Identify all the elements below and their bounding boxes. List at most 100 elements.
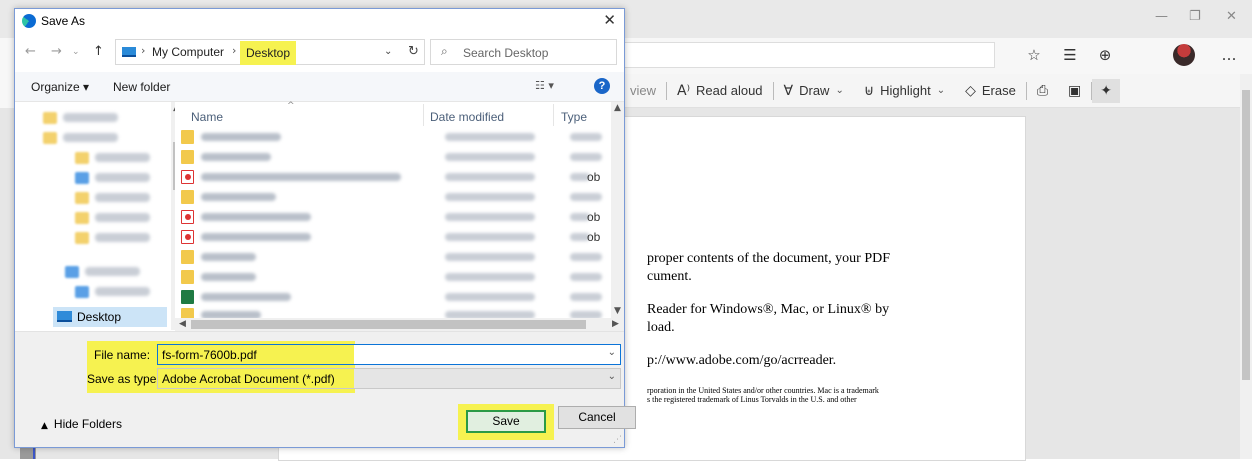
- table-row[interactable]: [175, 148, 611, 166]
- back-arrow-icon[interactable]: ←: [25, 44, 36, 59]
- scrollbar-thumb[interactable]: [1242, 90, 1250, 380]
- cancel-button[interactable]: Cancel: [558, 406, 636, 429]
- file-name-blurred: [201, 153, 271, 161]
- folder-icon: [181, 270, 194, 284]
- file-name-blurred: [201, 273, 256, 281]
- file-date-blurred: [445, 233, 535, 241]
- pin-toolbar-button[interactable]: ✦: [1092, 78, 1120, 103]
- file-name-field[interactable]: fs-form-7600b.pdf ⌄: [157, 344, 621, 365]
- resize-grip-icon[interactable]: ⋰: [613, 435, 622, 445]
- file-name-blurred: [201, 213, 311, 221]
- table-row[interactable]: [175, 248, 611, 266]
- table-row[interactable]: [175, 306, 611, 318]
- more-menu-icon[interactable]: …: [1216, 43, 1242, 67]
- profile-avatar[interactable]: [1173, 44, 1195, 66]
- nav-item-label: [95, 173, 150, 182]
- column-divider[interactable]: [553, 104, 554, 126]
- close-icon[interactable]: ✕: [603, 11, 616, 29]
- file-type-blurred: [570, 153, 602, 161]
- table-row[interactable]: ob: [175, 168, 611, 186]
- table-row[interactable]: [175, 288, 611, 306]
- refresh-icon[interactable]: ↻: [408, 44, 419, 59]
- draw-button[interactable]: ∀ Draw ⌄: [774, 83, 854, 99]
- forward-arrow-icon[interactable]: →: [51, 44, 62, 59]
- recent-locations-icon[interactable]: ⌄: [72, 47, 80, 57]
- save-button[interactable]: Save: [466, 410, 546, 433]
- favorites-list-icon[interactable]: ☰: [1057, 43, 1083, 67]
- nav-item-label: Desktop: [77, 310, 122, 324]
- file-type-truncated: ob: [587, 170, 601, 184]
- file-name-blurred: [201, 173, 401, 181]
- scrollbar-thumb[interactable]: [191, 320, 586, 329]
- pdf-text-line: cument.: [647, 269, 692, 284]
- file-date-blurred: [445, 153, 535, 161]
- draw-label: Draw: [799, 83, 830, 98]
- url-field[interactable]: [600, 42, 995, 68]
- help-icon[interactable]: ?: [594, 78, 610, 94]
- edge-logo-icon: [22, 14, 36, 28]
- file-list-scrollbar[interactable]: ▲ ▼: [611, 102, 624, 318]
- window-close-button[interactable]: ✕: [1226, 9, 1237, 24]
- chevron-down-icon[interactable]: ⌄: [608, 347, 616, 358]
- file-name-label: File name:: [94, 348, 151, 362]
- hide-folders-button[interactable]: ▲ Hide Folders: [41, 417, 122, 431]
- file-type-blurred: [570, 193, 602, 201]
- erase-button[interactable]: ◇ Erase: [955, 83, 1026, 99]
- save-pdf-button[interactable]: ▣: [1058, 83, 1091, 99]
- organize-button[interactable]: Organize ▾: [31, 80, 89, 94]
- highlight-button[interactable]: ⊎ Highlight ⌄: [854, 83, 955, 99]
- new-folder-button[interactable]: New folder: [113, 80, 170, 94]
- breadcrumb-desktop[interactable]: Desktop: [240, 41, 297, 65]
- scroll-right-icon[interactable]: ▶: [612, 319, 619, 329]
- pdf-link-text[interactable]: p://www.adobe.com/go/acrreader.: [647, 353, 836, 369]
- scroll-down-icon[interactable]: ▼: [614, 306, 621, 316]
- up-arrow-icon[interactable]: ↑: [93, 44, 104, 59]
- table-row[interactable]: ob: [175, 228, 611, 246]
- breadcrumb-my-computer[interactable]: My Computer: [152, 45, 224, 59]
- save-as-type-label: Save as type:: [87, 372, 160, 386]
- chevron-down-icon[interactable]: ⌄: [384, 46, 392, 57]
- file-name-blurred: [201, 253, 256, 261]
- nav-item-label: [95, 233, 150, 242]
- chevron-down-icon[interactable]: ⌄: [608, 371, 616, 382]
- column-divider[interactable]: [423, 104, 424, 126]
- minimize-button[interactable]: —: [1155, 9, 1168, 24]
- search-input[interactable]: ⌕ Search Desktop: [430, 39, 617, 65]
- folder-icon: [75, 152, 89, 164]
- print-button[interactable]: ⎙: [1027, 83, 1058, 99]
- scroll-up-icon[interactable]: ▲: [614, 103, 621, 113]
- nav-item-label: [63, 133, 118, 142]
- nav-item-label: [95, 193, 150, 202]
- file-date-blurred: [445, 311, 535, 318]
- dialog-titlebar: Save As ✕: [15, 9, 624, 33]
- horizontal-scrollbar[interactable]: ◀ ▶: [175, 318, 624, 331]
- pdf-scrollbar[interactable]: [1240, 74, 1252, 459]
- nav-item-desktop[interactable]: Desktop: [53, 307, 167, 327]
- table-row[interactable]: [175, 268, 611, 286]
- scroll-left-icon[interactable]: ◀: [179, 319, 186, 329]
- chevron-down-icon[interactable]: ⌄: [937, 85, 945, 96]
- favorite-star-icon[interactable]: ☆: [1021, 43, 1047, 67]
- breadcrumb[interactable]: › My Computer › Desktop ⌄ ↻: [115, 39, 425, 65]
- chevron-down-icon[interactable]: ⌄: [835, 85, 843, 96]
- folder-icon: [43, 132, 57, 144]
- table-row[interactable]: ob: [175, 208, 611, 226]
- table-row[interactable]: [175, 128, 611, 146]
- restore-button[interactable]: ❐: [1189, 9, 1201, 24]
- folder-icon: [181, 308, 194, 318]
- view-options-icon[interactable]: ☷ ▾: [535, 79, 554, 92]
- table-row[interactable]: [175, 188, 611, 206]
- file-type-blurred: [570, 253, 602, 261]
- column-date-modified[interactable]: Date modified: [430, 110, 504, 124]
- pdf-text-line: proper contents of the document, your PD…: [647, 251, 891, 266]
- file-name-blurred: [201, 193, 276, 201]
- save-as-type-select[interactable]: Adobe Acrobat Document (*.pdf) ⌄: [157, 368, 621, 389]
- pdf-text-line: Reader for Windows®, Mac, or Linux® by: [647, 302, 890, 317]
- column-type[interactable]: Type: [561, 110, 587, 124]
- file-name-blurred: [201, 293, 291, 301]
- read-aloud-button[interactable]: A⁾ Read aloud: [667, 83, 773, 99]
- collections-icon[interactable]: ⊕: [1092, 43, 1118, 67]
- file-date-blurred: [445, 193, 535, 201]
- file-type-blurred: [570, 293, 602, 301]
- column-name[interactable]: Name: [191, 110, 223, 124]
